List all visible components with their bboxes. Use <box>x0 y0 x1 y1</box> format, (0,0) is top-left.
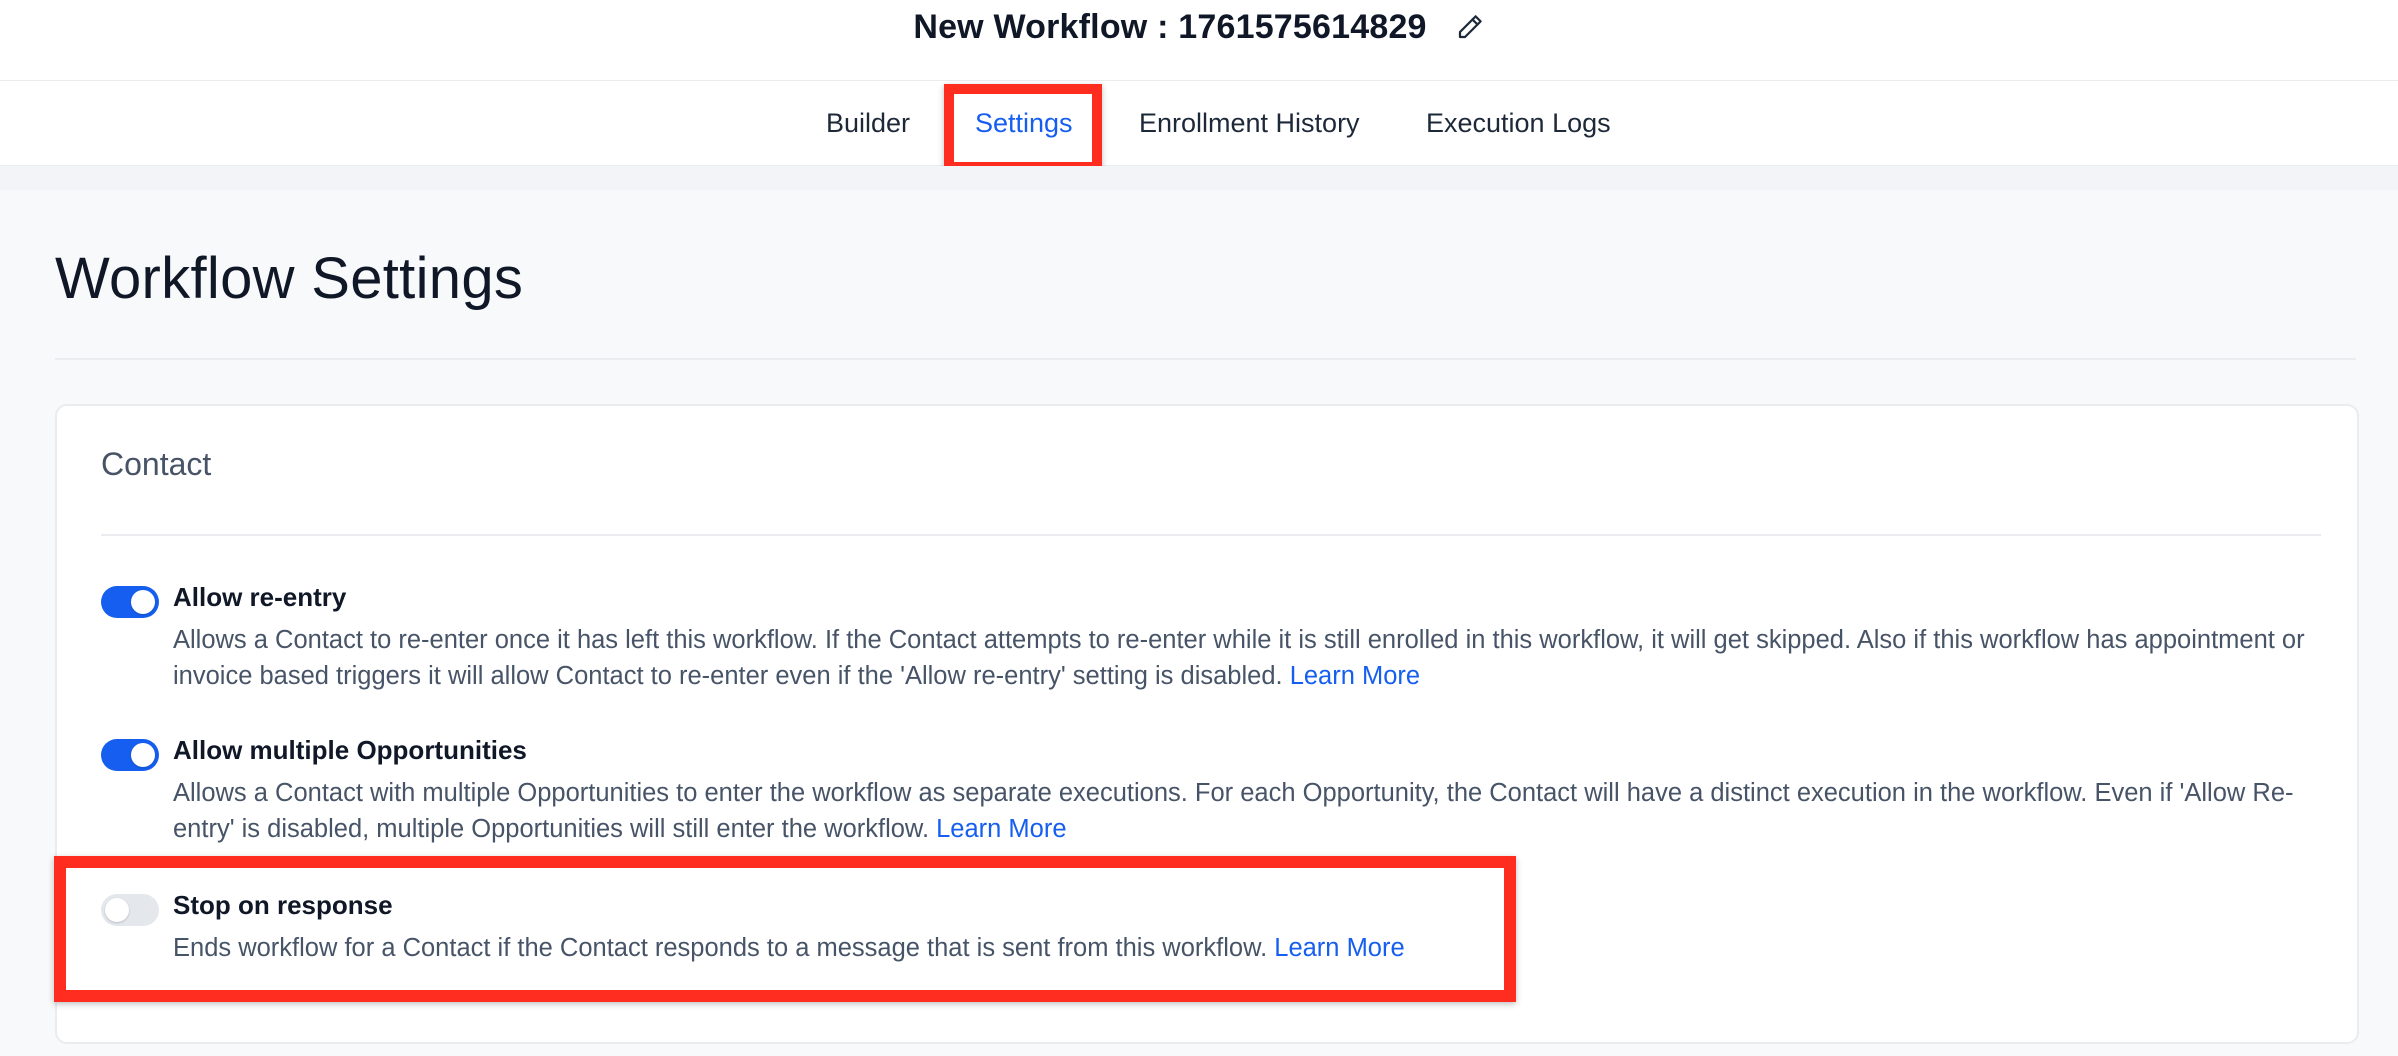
workflow-title: New Workflow : 1761575614829 <box>913 7 1427 46</box>
description-text: Allows a Contact to re-enter once it has… <box>173 626 2305 690</box>
stop-on-response-toggle[interactable] <box>101 894 159 926</box>
workflow-title-wrap: New Workflow : 1761575614829 <box>913 8 1484 47</box>
header-separator <box>0 166 2398 190</box>
toggle-knob <box>131 743 155 767</box>
setting-label: Stop on response <box>173 890 393 920</box>
learn-more-link[interactable]: Learn More <box>1290 662 1420 690</box>
description-text: Allows a Contact with multiple Opportuni… <box>173 779 2294 843</box>
card-title: Contact <box>101 446 212 482</box>
tab-execution-logs[interactable]: Execution Logs <box>1426 81 1611 166</box>
page-title: Workflow Settings <box>55 246 524 311</box>
top-header: New Workflow : 1761575614829 <box>0 0 2398 81</box>
allow-reentry-toggle[interactable] <box>101 586 159 618</box>
setting-label: Allow re-entry <box>173 582 347 612</box>
setting-label: Allow multiple Opportunities <box>173 735 527 765</box>
setting-description: Allows a Contact to re-enter once it has… <box>173 622 2323 694</box>
pencil-icon[interactable] <box>1455 12 1485 42</box>
toggle-knob <box>105 898 129 922</box>
tab-bar: Builder Settings Enrollment History Exec… <box>0 81 2398 166</box>
learn-more-link[interactable]: Learn More <box>936 815 1066 843</box>
title-divider <box>55 358 2356 360</box>
allow-multiple-opportunities-toggle[interactable] <box>101 739 159 771</box>
toggle-knob <box>131 590 155 614</box>
learn-more-link[interactable]: Learn More <box>1274 934 1404 962</box>
tab-enrollment-history[interactable]: Enrollment History <box>1139 81 1360 166</box>
setting-description: Ends workflow for a Contact if the Conta… <box>173 930 2323 966</box>
setting-description: Allows a Contact with multiple Opportuni… <box>173 775 2323 847</box>
tab-settings[interactable]: Settings <box>975 81 1073 166</box>
tab-builder[interactable]: Builder <box>826 81 910 166</box>
card-divider <box>101 534 2321 536</box>
description-text: Ends workflow for a Contact if the Conta… <box>173 934 1268 962</box>
contact-settings-card: Contact Allow re-entry Allows a Contact … <box>55 404 2359 1044</box>
